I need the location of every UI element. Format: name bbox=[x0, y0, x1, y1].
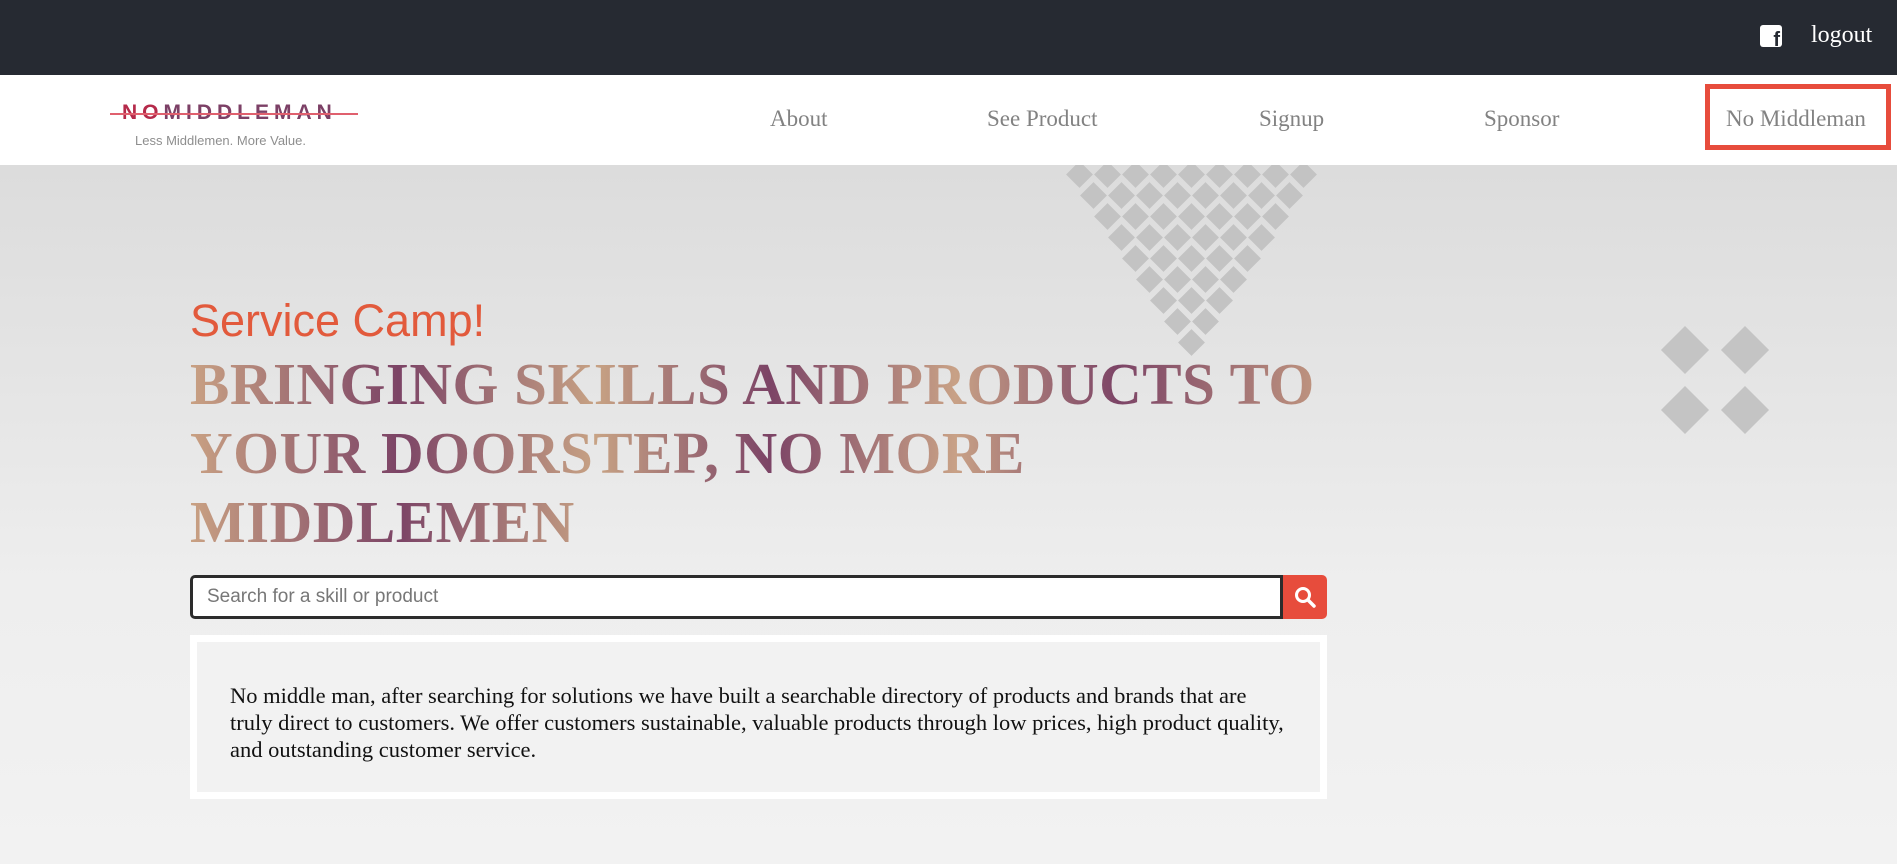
description-text: No middle man, after searching for solut… bbox=[230, 683, 1284, 762]
nav-sponsor[interactable]: Sponsor bbox=[1484, 106, 1559, 132]
diamond-shape bbox=[1164, 266, 1191, 293]
logo[interactable]: NOMIDDLEMAN Less Middlemen. More Value. bbox=[110, 91, 360, 151]
search-bar bbox=[190, 575, 1327, 619]
logo-strike-line bbox=[110, 113, 358, 115]
diamond-shape bbox=[1136, 224, 1163, 251]
nav-signup[interactable]: Signup bbox=[1259, 106, 1324, 132]
hero-subtitle: Service Camp! bbox=[190, 295, 486, 346]
logo-tagline: Less Middlemen. More Value. bbox=[135, 133, 307, 148]
diamond-shape bbox=[1080, 182, 1107, 209]
nav-no-middleman[interactable]: No Middleman bbox=[1726, 106, 1866, 132]
diamond-shape bbox=[1262, 165, 1289, 188]
diamond-shape bbox=[1066, 165, 1093, 188]
diamond-shape bbox=[1164, 224, 1191, 251]
diamond-shape bbox=[1262, 203, 1289, 230]
search-button[interactable] bbox=[1283, 575, 1327, 619]
diamond-shape bbox=[1178, 203, 1205, 230]
diamond-shape bbox=[1220, 224, 1247, 251]
search-icon bbox=[1295, 587, 1316, 608]
diamond-shape bbox=[1276, 182, 1303, 209]
diamond-shape bbox=[1178, 245, 1205, 272]
x-pattern-decoration bbox=[1660, 325, 1770, 435]
diamond-shape bbox=[1136, 266, 1163, 293]
diamond-shape bbox=[1150, 165, 1177, 188]
diamond-shape bbox=[1290, 165, 1317, 188]
search-input[interactable] bbox=[190, 575, 1283, 619]
diamond-shape bbox=[1150, 245, 1177, 272]
diamond-shape bbox=[1150, 287, 1177, 314]
diamond-shape bbox=[1122, 165, 1149, 188]
x-square bbox=[1660, 385, 1710, 435]
diamond-shape bbox=[1150, 203, 1177, 230]
diamond-shape bbox=[1122, 203, 1149, 230]
diamond-shape bbox=[1234, 203, 1261, 230]
diamond-shape bbox=[1234, 245, 1261, 272]
hero-headline: BRINGING SKILLS AND PRODUCTS TO YOUR DOO… bbox=[190, 350, 1350, 557]
diamond-shape bbox=[1206, 165, 1233, 188]
diamond-shape bbox=[1192, 182, 1219, 209]
main-navbar: NOMIDDLEMAN Less Middlemen. More Value. … bbox=[0, 75, 1897, 165]
diamond-shape bbox=[1192, 224, 1219, 251]
diamond-shape bbox=[1206, 203, 1233, 230]
diamond-shape bbox=[1192, 266, 1219, 293]
diamond-shape bbox=[1206, 245, 1233, 272]
diamond-shape bbox=[1136, 182, 1163, 209]
diamond-shape bbox=[1164, 182, 1191, 209]
logout-link[interactable]: logout bbox=[1811, 22, 1872, 49]
diamond-shape bbox=[1178, 165, 1205, 188]
diamond-shape bbox=[1094, 203, 1121, 230]
diamond-pattern-decoration bbox=[1066, 165, 1320, 356]
diamond-shape bbox=[1178, 287, 1205, 314]
x-square bbox=[1720, 385, 1770, 435]
nav-about[interactable]: About bbox=[770, 106, 828, 132]
facebook-icon[interactable]: f bbox=[1760, 25, 1782, 47]
diamond-shape bbox=[1108, 224, 1135, 251]
diamond-shape bbox=[1248, 224, 1275, 251]
diamond-shape bbox=[1220, 182, 1247, 209]
diamond-shape bbox=[1220, 266, 1247, 293]
diamond-shape bbox=[1108, 182, 1135, 209]
diamond-shape bbox=[1234, 165, 1261, 188]
diamond-shape bbox=[1192, 308, 1219, 335]
top-bar: f logout bbox=[0, 0, 1897, 75]
diamond-shape bbox=[1164, 308, 1191, 335]
x-square bbox=[1720, 325, 1770, 375]
diamond-shape bbox=[1094, 165, 1121, 188]
diamond-shape bbox=[1206, 287, 1233, 314]
diamond-shape bbox=[1122, 245, 1149, 272]
description-box: No middle man, after searching for solut… bbox=[190, 635, 1327, 799]
nav-see-product[interactable]: See Product bbox=[987, 106, 1098, 132]
diamond-shape bbox=[1248, 182, 1275, 209]
x-square bbox=[1660, 325, 1710, 375]
hero-section: Service Camp! BRINGING SKILLS AND PRODUC… bbox=[0, 165, 1897, 864]
